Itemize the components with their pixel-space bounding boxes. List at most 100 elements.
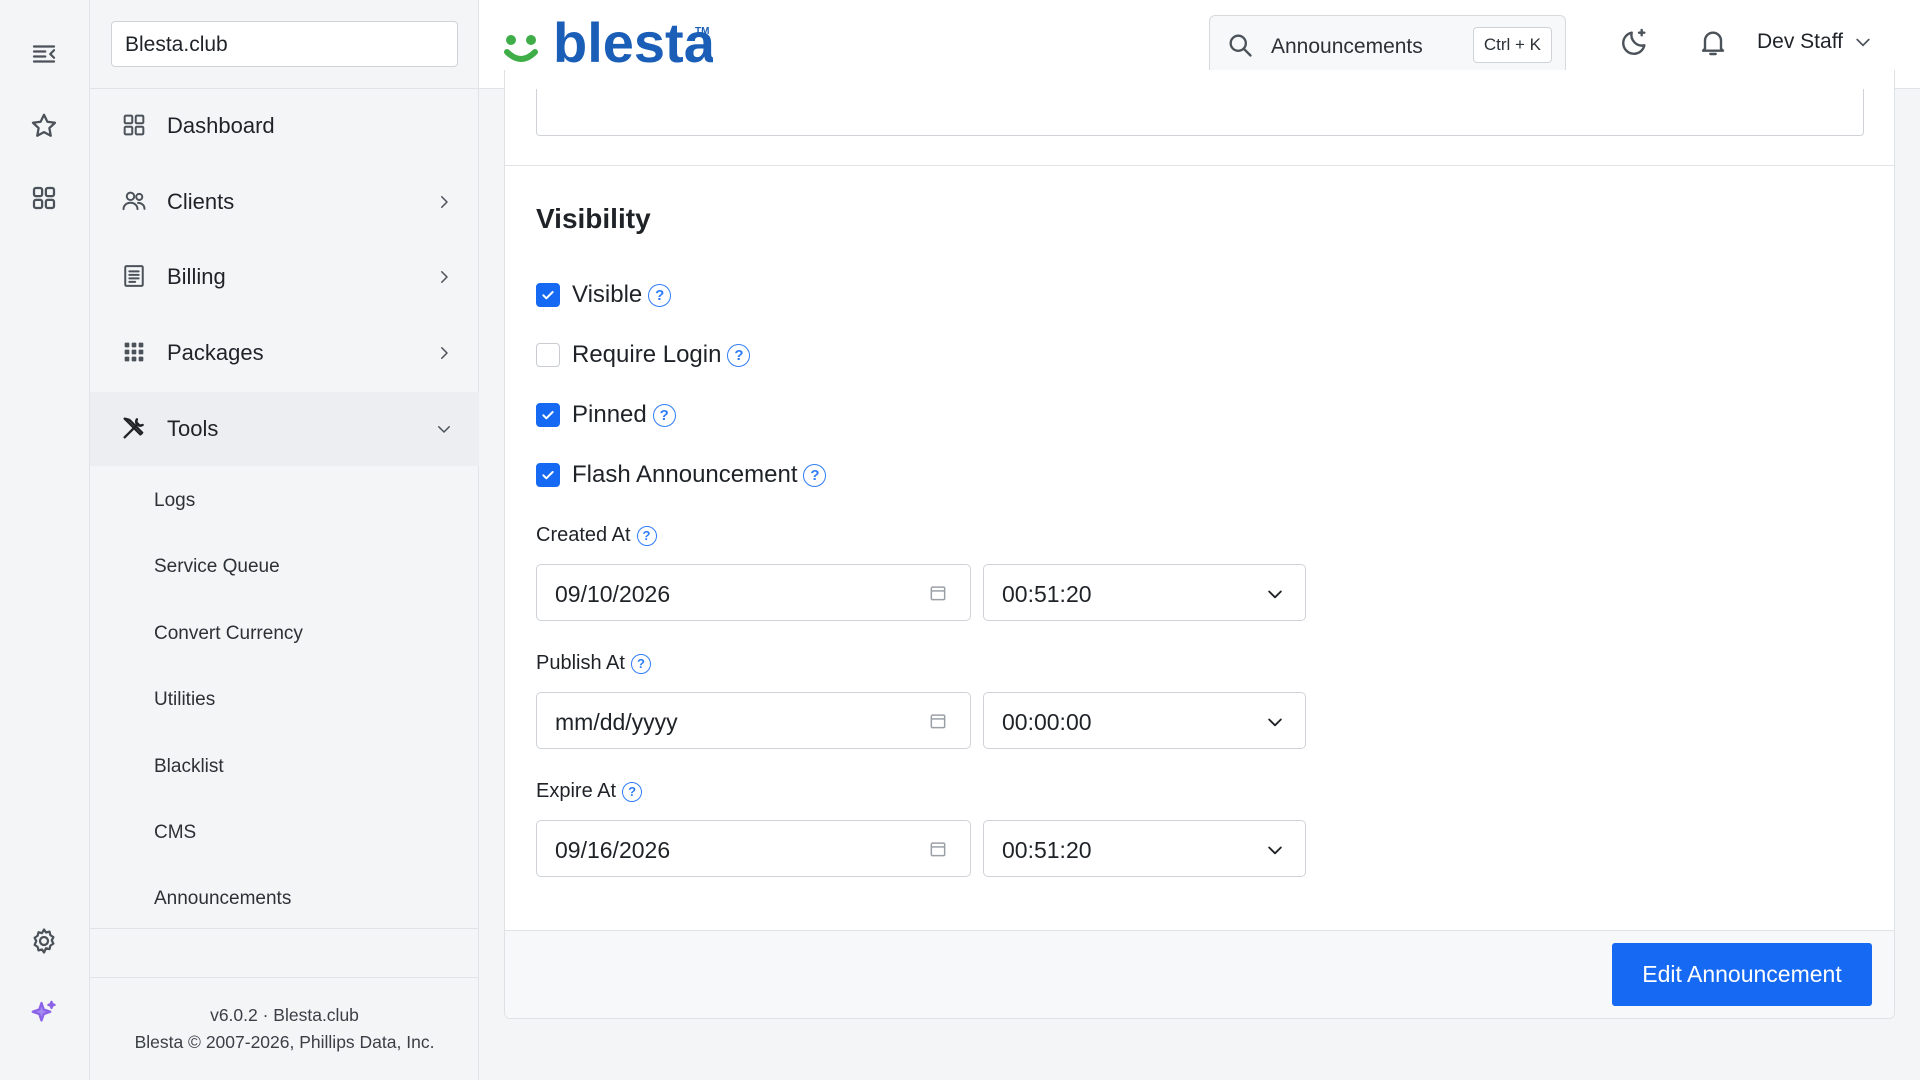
sidebar-divider bbox=[90, 928, 479, 929]
require-login-checkbox[interactable] bbox=[536, 343, 560, 367]
expire-at-label: Expire At ? bbox=[536, 780, 643, 803]
calendar-icon[interactable] bbox=[928, 583, 948, 603]
sidebar-subitem-convert-currency[interactable]: Convert Currency bbox=[154, 623, 303, 645]
sidebar-subitem-logs[interactable]: Logs bbox=[154, 490, 195, 512]
chevron-right-icon bbox=[435, 268, 453, 286]
help-icon[interactable]: ? bbox=[727, 343, 751, 367]
help-icon[interactable]: ? bbox=[622, 781, 643, 802]
section-title: Visibility bbox=[536, 203, 651, 234]
publish-at-date-value: mm/dd/yyyy bbox=[555, 709, 678, 735]
sidebar-item-tools[interactable]: Tools bbox=[90, 392, 479, 466]
dark-mode-toggle[interactable] bbox=[1613, 20, 1657, 64]
chevron-down-icon bbox=[435, 420, 453, 438]
collapse-menu-icon[interactable] bbox=[24, 34, 64, 74]
edit-announcement-button[interactable]: Edit Announcement bbox=[1612, 943, 1872, 1006]
sidebar-subitem-blacklist[interactable]: Blacklist bbox=[154, 756, 224, 778]
sidebar-item-label: Clients bbox=[167, 189, 235, 214]
star-icon[interactable] bbox=[24, 106, 64, 146]
publish-at-label-text: Publish At bbox=[536, 652, 625, 674]
notifications-button[interactable] bbox=[1691, 20, 1735, 64]
created-at-time-select[interactable]: 00:51:20 bbox=[983, 564, 1306, 621]
help-icon[interactable]: ? bbox=[803, 463, 827, 487]
flash-announcement-checkbox[interactable] bbox=[536, 463, 560, 487]
help-icon[interactable]: ? bbox=[636, 525, 657, 546]
sidebar-subitem-utilities[interactable]: Utilities bbox=[154, 689, 215, 711]
visible-checkbox[interactable] bbox=[536, 283, 560, 307]
sidebar-item-billing[interactable]: Billing bbox=[90, 240, 479, 314]
sidebar-item-clients[interactable]: Clients bbox=[90, 165, 479, 239]
logo-smile bbox=[504, 49, 538, 62]
users-icon bbox=[120, 187, 150, 217]
moon-icon bbox=[1622, 28, 1646, 55]
checkmark-icon bbox=[542, 291, 554, 300]
sidebar-item-packages[interactable]: Packages bbox=[90, 316, 479, 390]
calendar-icon[interactable] bbox=[928, 839, 948, 859]
chevron-down-icon bbox=[1265, 584, 1285, 604]
dashboard-icon bbox=[120, 111, 150, 141]
icon-rail bbox=[0, 0, 90, 1080]
pinned-checkbox[interactable] bbox=[536, 403, 560, 427]
user-menu[interactable]: Dev Staff bbox=[1757, 30, 1873, 54]
logo-eye-right bbox=[526, 35, 536, 45]
checkmark-icon bbox=[542, 471, 554, 480]
publish-at-time-select[interactable]: 00:00:00 bbox=[983, 692, 1306, 749]
gear-icon[interactable] bbox=[24, 921, 64, 961]
search-icon bbox=[1226, 31, 1254, 59]
created-at-date-value: 09/10/2026 bbox=[555, 581, 671, 607]
chevron-down-icon bbox=[1265, 840, 1285, 860]
announcement-form-panel: Visibility Visible ? Require Login ? Pin… bbox=[504, 70, 1895, 1019]
sidebar-item-label: Packages bbox=[167, 340, 264, 365]
user-name: Dev Staff bbox=[1757, 30, 1843, 53]
created-at-label: Created At ? bbox=[536, 524, 657, 547]
pinned-checkbox-row[interactable]: Pinned ? bbox=[536, 401, 676, 429]
sidebar-item-label: Billing bbox=[167, 264, 226, 289]
created-at-date-input[interactable]: 09/10/2026 bbox=[536, 564, 971, 621]
logo-trademark: TM bbox=[695, 26, 709, 37]
search-shortcut-badge: Ctrl + K bbox=[1472, 27, 1552, 63]
help-icon[interactable]: ? bbox=[630, 653, 651, 674]
expire-at-time-value: 00:51:20 bbox=[1002, 837, 1092, 863]
panel-divider bbox=[505, 165, 1894, 166]
publish-at-time-value: 00:00:00 bbox=[1002, 709, 1092, 735]
chevron-down-icon bbox=[1856, 38, 1870, 47]
chevron-down-icon bbox=[1265, 712, 1285, 732]
require-login-label: Require Login bbox=[572, 341, 722, 368]
sidebar-footer: v6.0.2 · Blesta.club Blesta © 2007-2026,… bbox=[90, 1002, 479, 1056]
sidebar-subitem-cms[interactable]: CMS bbox=[154, 822, 196, 844]
publish-at-date-input[interactable]: mm/dd/yyyy bbox=[536, 692, 971, 749]
expire-at-date-input[interactable]: 09/16/2026 bbox=[536, 820, 971, 877]
publish-at-label: Publish At ? bbox=[536, 652, 651, 675]
copyright-text: Blesta © 2007-2026, Phillips Data, Inc. bbox=[134, 1032, 435, 1052]
sparkles-icon[interactable] bbox=[24, 993, 64, 1033]
content-textarea[interactable] bbox=[536, 89, 1864, 136]
apps-grid-icon[interactable] bbox=[24, 178, 64, 218]
search-text: Announcements bbox=[1271, 35, 1423, 58]
global-search[interactable]: Announcements Ctrl + K bbox=[1209, 15, 1566, 75]
flash-announcement-checkbox-row[interactable]: Flash Announcement ? bbox=[536, 461, 827, 489]
visible-checkbox-row[interactable]: Visible ? bbox=[536, 281, 672, 309]
expire-at-time-select[interactable]: 00:51:20 bbox=[983, 820, 1306, 877]
sidebar-item-label: Tools bbox=[167, 416, 219, 441]
created-at-time-value: 00:51:20 bbox=[1002, 581, 1092, 607]
calendar-icon[interactable] bbox=[928, 711, 948, 731]
expire-at-label-text: Expire At bbox=[536, 780, 617, 802]
sidebar-subitem-announcements[interactable]: Announcements bbox=[154, 888, 291, 910]
sidebar-item-dashboard[interactable]: Dashboard bbox=[90, 89, 479, 163]
blesta-logo[interactable]: blesta TM bbox=[503, 11, 716, 74]
help-icon[interactable]: ? bbox=[652, 403, 676, 427]
sidebar: Blesta.club Dashboard Clients Billing Pa… bbox=[90, 0, 479, 1080]
billing-icon bbox=[120, 262, 150, 292]
created-at-label-text: Created At bbox=[536, 524, 631, 546]
require-login-checkbox-row[interactable]: Require Login ? bbox=[536, 341, 751, 369]
version-text: v6.0.2 · Blesta.club bbox=[210, 1005, 359, 1025]
sidebar-subitem-service-queue[interactable]: Service Queue bbox=[154, 556, 280, 578]
help-icon[interactable]: ? bbox=[648, 283, 672, 307]
sidebar-divider bbox=[90, 977, 479, 978]
checkmark-icon bbox=[542, 411, 554, 420]
company-name-field[interactable]: Blesta.club bbox=[111, 21, 458, 67]
chevron-right-icon bbox=[435, 344, 453, 362]
form-footer: Edit Announcement bbox=[505, 930, 1894, 1018]
chevron-right-icon bbox=[435, 193, 453, 211]
sidebar-item-label: Dashboard bbox=[167, 113, 275, 138]
visible-label: Visible bbox=[572, 281, 643, 308]
